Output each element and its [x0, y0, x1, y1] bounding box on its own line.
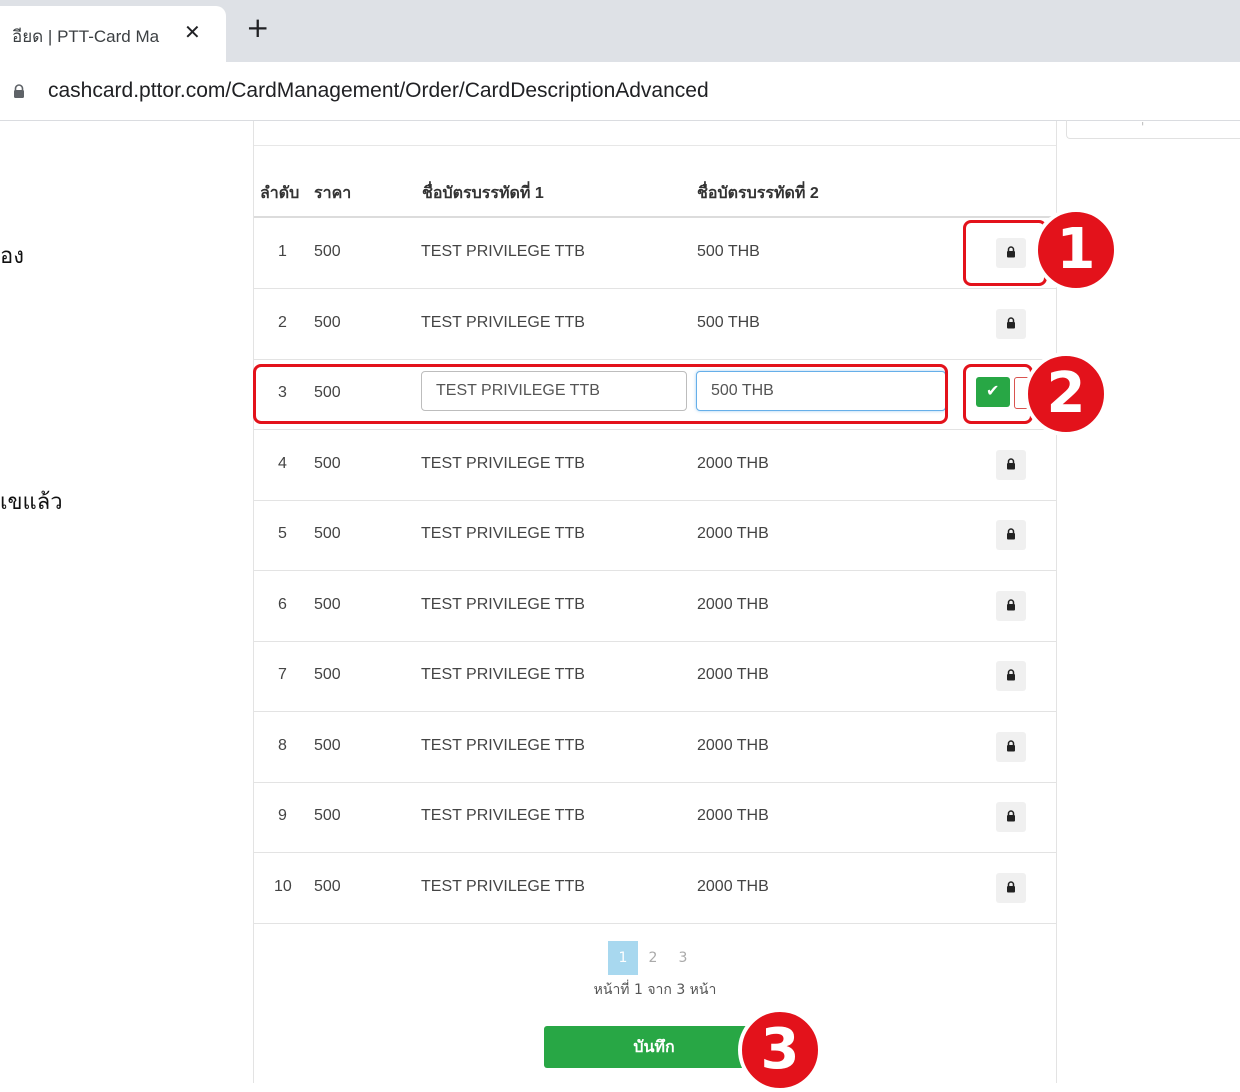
lock-icon [1007, 739, 1015, 751]
step-marker-1: 1 [1034, 208, 1118, 292]
row-name-line2: 2000 THB [697, 454, 769, 472]
table-row: 10 500 TEST PRIVILEGE TTB 2000 THB [254, 853, 1056, 924]
row-name-line1: TEST PRIVILEGE TTB [421, 243, 585, 260]
row-name-line2: 2000 THB [697, 807, 769, 824]
row-index: 10 [274, 877, 292, 895]
step-marker-2: 2 [1024, 352, 1108, 436]
edit-lock-button[interactable] [996, 590, 1026, 621]
row-name-line1: TEST PRIVILEGE TTB [421, 666, 585, 683]
row-name-line1: TEST PRIVILEGE TTB [421, 595, 585, 613]
row-name-line2: 500 THB [697, 313, 760, 331]
edit-lock-button[interactable] [996, 872, 1026, 903]
new-tab-icon[interactable]: + [246, 14, 269, 42]
table-row: 1 500 TEST PRIVILEGE TTB 500 THB [254, 218, 1056, 289]
lock-icon [1007, 457, 1015, 469]
address-bar[interactable]: cashcard.pttor.com/CardManagement/Order/… [0, 62, 1240, 121]
row-price: 500 [314, 807, 341, 824]
row-price: 500 [314, 243, 341, 260]
lock-icon [1007, 669, 1015, 681]
highlight-confirm-button [963, 364, 1033, 424]
page-button-3[interactable]: 3 [668, 941, 698, 975]
row-index: 6 [278, 595, 287, 613]
row-price: 500 [314, 454, 341, 472]
edit-lock-button[interactable] [996, 661, 1026, 691]
table-row: 7 500 TEST PRIVILEGE TTB 2000 THB [254, 641, 1056, 712]
row-index: 9 [278, 807, 287, 824]
edit-lock-button[interactable] [996, 731, 1026, 762]
row-name-line1: TEST PRIVILEGE TTB [421, 807, 585, 824]
table-row: 8 500 TEST PRIVILEGE TTB 2000 THB [254, 712, 1056, 783]
header-index: ลำดับ [260, 185, 300, 202]
edit-lock-button[interactable] [996, 449, 1026, 480]
row-name-line2: 2000 THB [697, 525, 769, 542]
row-index: 1 [278, 243, 287, 260]
side-panel: ' [1066, 120, 1240, 139]
row-price: 500 [314, 736, 341, 754]
save-button[interactable]: บันทึก [544, 1026, 764, 1068]
tab-title: อียด | PTT-Card Ma [12, 27, 160, 46]
row-name-line2: 2000 THB [697, 666, 769, 683]
lock-icon [14, 84, 24, 98]
edit-lock-button[interactable] [996, 520, 1026, 550]
table-row: 5 500 TEST PRIVILEGE TTB 2000 THB [254, 500, 1056, 571]
row-price: 500 [314, 313, 341, 331]
row-name-line2: 2000 THB [697, 595, 769, 613]
table-row: 2 500 TEST PRIVILEGE TTB 500 THB [254, 289, 1056, 360]
table-row: 4 500 TEST PRIVILEGE TTB 2000 THB [254, 430, 1056, 501]
row-index: 4 [278, 454, 287, 472]
row-price: 500 [314, 877, 341, 895]
lock-icon [1007, 316, 1015, 328]
row-name-line2: 2000 THB [697, 736, 769, 754]
row-name-line1: TEST PRIVILEGE TTB [421, 313, 585, 331]
row-price: 500 [314, 595, 341, 613]
row-name-line2: 500 THB [697, 243, 760, 260]
lock-icon [1007, 880, 1015, 892]
row-name-line1: TEST PRIVILEGE TTB [421, 454, 585, 472]
page-info: หน้าที่ 1 จาก 3 หน้า [593, 982, 717, 998]
row-index: 8 [278, 736, 287, 754]
header-name-line2: ชื่อบัตรบรรทัดที่ 2 [697, 185, 819, 202]
card-description-panel: ลำดับ ราคา ชื่อบัตรบรรทัดที่ 1 ชื่อบัตรบ… [253, 121, 1057, 1083]
row-index: 2 [278, 313, 287, 331]
browser-tab[interactable]: อียด | PTT-Card Ma ✕ [0, 6, 226, 62]
highlight-edit-row [253, 364, 948, 424]
side-text-2: เขแล้ว [0, 489, 63, 514]
table-row: 9 500 TEST PRIVILEGE TTB 2000 THB [254, 782, 1056, 853]
browser-tab-strip: อียด | PTT-Card Ma ✕ + [0, 0, 1240, 62]
row-name-line1: TEST PRIVILEGE TTB [421, 736, 585, 754]
row-name-line1: TEST PRIVILEGE TTB [421, 525, 585, 542]
url-text[interactable]: cashcard.pttor.com/CardManagement/Order/… [48, 79, 709, 103]
lock-icon [1007, 598, 1015, 610]
row-price: 500 [314, 525, 341, 542]
header-price: ราคา [314, 185, 352, 202]
row-index: 5 [278, 525, 287, 542]
tab-close-icon[interactable]: ✕ [184, 20, 201, 44]
side-text-1: อง [0, 243, 24, 268]
row-index: 7 [278, 666, 287, 683]
row-price: 500 [314, 666, 341, 683]
row-name-line1: TEST PRIVILEGE TTB [421, 877, 585, 895]
edit-lock-button[interactable] [996, 308, 1026, 339]
header-name-line1: ชื่อบัตรบรรทัดที่ 1 [422, 185, 544, 202]
row-name-line2: 2000 THB [697, 877, 769, 895]
lock-icon [1007, 528, 1015, 540]
page-button-2[interactable]: 2 [638, 941, 668, 975]
lock-icon [1007, 810, 1015, 822]
step-marker-3: 3 [738, 1008, 822, 1092]
table-row: 6 500 TEST PRIVILEGE TTB 2000 THB [254, 571, 1056, 642]
page-button-1[interactable]: 1 [608, 941, 638, 975]
edit-lock-button[interactable] [996, 802, 1026, 832]
divider [254, 145, 1056, 146]
